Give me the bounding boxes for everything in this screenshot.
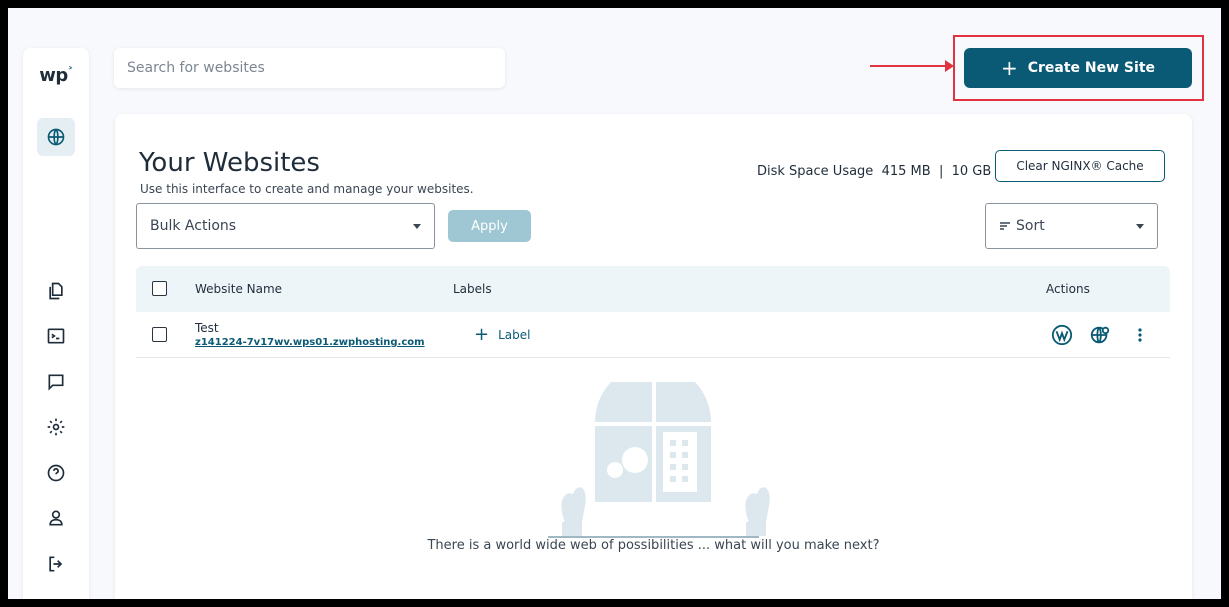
sidebar-item-files[interactable]	[37, 272, 75, 310]
row-checkbox[interactable]	[152, 327, 167, 342]
sidebar-item-messages[interactable]	[37, 363, 75, 401]
clear-cache-button[interactable]: Clear NGINX® Cache	[995, 150, 1165, 182]
site-name: Test	[195, 321, 219, 335]
bulk-actions-select[interactable]: Bulk Actions	[136, 203, 435, 249]
wordpress-icon	[1051, 324, 1073, 346]
column-labels: Labels	[453, 282, 492, 296]
wordpress-admin-button[interactable]	[1050, 323, 1074, 347]
chat-icon	[48, 374, 64, 391]
create-new-site-label: Create New Site	[1027, 60, 1156, 76]
sidebar-item-help[interactable]	[37, 454, 75, 492]
more-actions-button[interactable]	[1128, 323, 1152, 347]
websites-panel: Your Websites Use this interface to crea…	[115, 114, 1192, 599]
more-vertical-icon	[1138, 328, 1142, 342]
add-label-text: Label	[498, 328, 531, 342]
sidebar-item-account[interactable]	[37, 499, 75, 537]
chevron-down-icon	[413, 223, 421, 229]
sidebar-item-logout[interactable]	[37, 545, 75, 583]
disk-usage-used: 415 MB	[881, 164, 931, 179]
websites-table: Website Name Labels Actions Test z141224…	[136, 266, 1170, 358]
page-subtitle: Use this interface to create and manage …	[140, 182, 474, 196]
disk-usage-total: 10 GB	[951, 164, 992, 179]
sort-label: Sort	[1016, 218, 1045, 234]
sidebar-item-websites[interactable]	[37, 118, 75, 156]
table-header: Website Name Labels Actions	[136, 266, 1170, 312]
gear-icon	[47, 418, 65, 436]
empty-state-message: There is a world wide web of possibiliti…	[427, 538, 880, 553]
disk-usage: Disk Space Usage 415 MB | 10 GB	[757, 164, 991, 179]
chevron-down-icon	[1136, 223, 1144, 229]
app-window: wp˃ + Create New Site	[8, 8, 1221, 599]
column-actions: Actions	[1046, 282, 1090, 296]
sort-select[interactable]: Sort	[985, 203, 1158, 249]
site-domain-settings-button[interactable]	[1088, 323, 1112, 347]
site-url-link[interactable]: z141224-7v17wv.wps01.zwphosting.com	[195, 337, 425, 348]
logout-icon	[49, 556, 63, 572]
table-row: Test z141224-7v17wv.wps01.zwphosting.com…	[136, 312, 1170, 358]
create-new-site-button[interactable]: + Create New Site	[964, 48, 1192, 88]
sidebar-item-settings[interactable]	[37, 408, 75, 446]
column-website-name: Website Name	[195, 282, 283, 296]
files-icon	[49, 282, 63, 300]
disk-usage-separator: |	[938, 164, 944, 179]
select-all-checkbox[interactable]	[152, 281, 167, 296]
bulk-actions-label: Bulk Actions	[150, 218, 237, 234]
globe-icon	[47, 128, 65, 146]
page-title: Your Websites	[139, 148, 320, 178]
apply-button[interactable]: Apply	[448, 210, 531, 242]
plus-icon: +	[474, 324, 490, 345]
terminal-icon	[47, 328, 65, 344]
globe-settings-icon	[1090, 326, 1110, 344]
plus-icon: +	[1000, 56, 1018, 80]
annotation-arrow	[870, 60, 954, 72]
add-label-button[interactable]: + Label	[474, 326, 530, 344]
logo[interactable]: wp˃	[23, 65, 89, 86]
user-icon	[49, 510, 63, 526]
empty-state-illustration	[548, 382, 770, 538]
help-icon	[47, 464, 65, 482]
disk-usage-label: Disk Space Usage	[757, 164, 874, 179]
search-input[interactable]	[114, 48, 505, 88]
sidebar-item-terminal[interactable]	[37, 317, 75, 355]
sidebar: wp˃	[23, 48, 89, 599]
sort-icon	[1000, 222, 1010, 230]
